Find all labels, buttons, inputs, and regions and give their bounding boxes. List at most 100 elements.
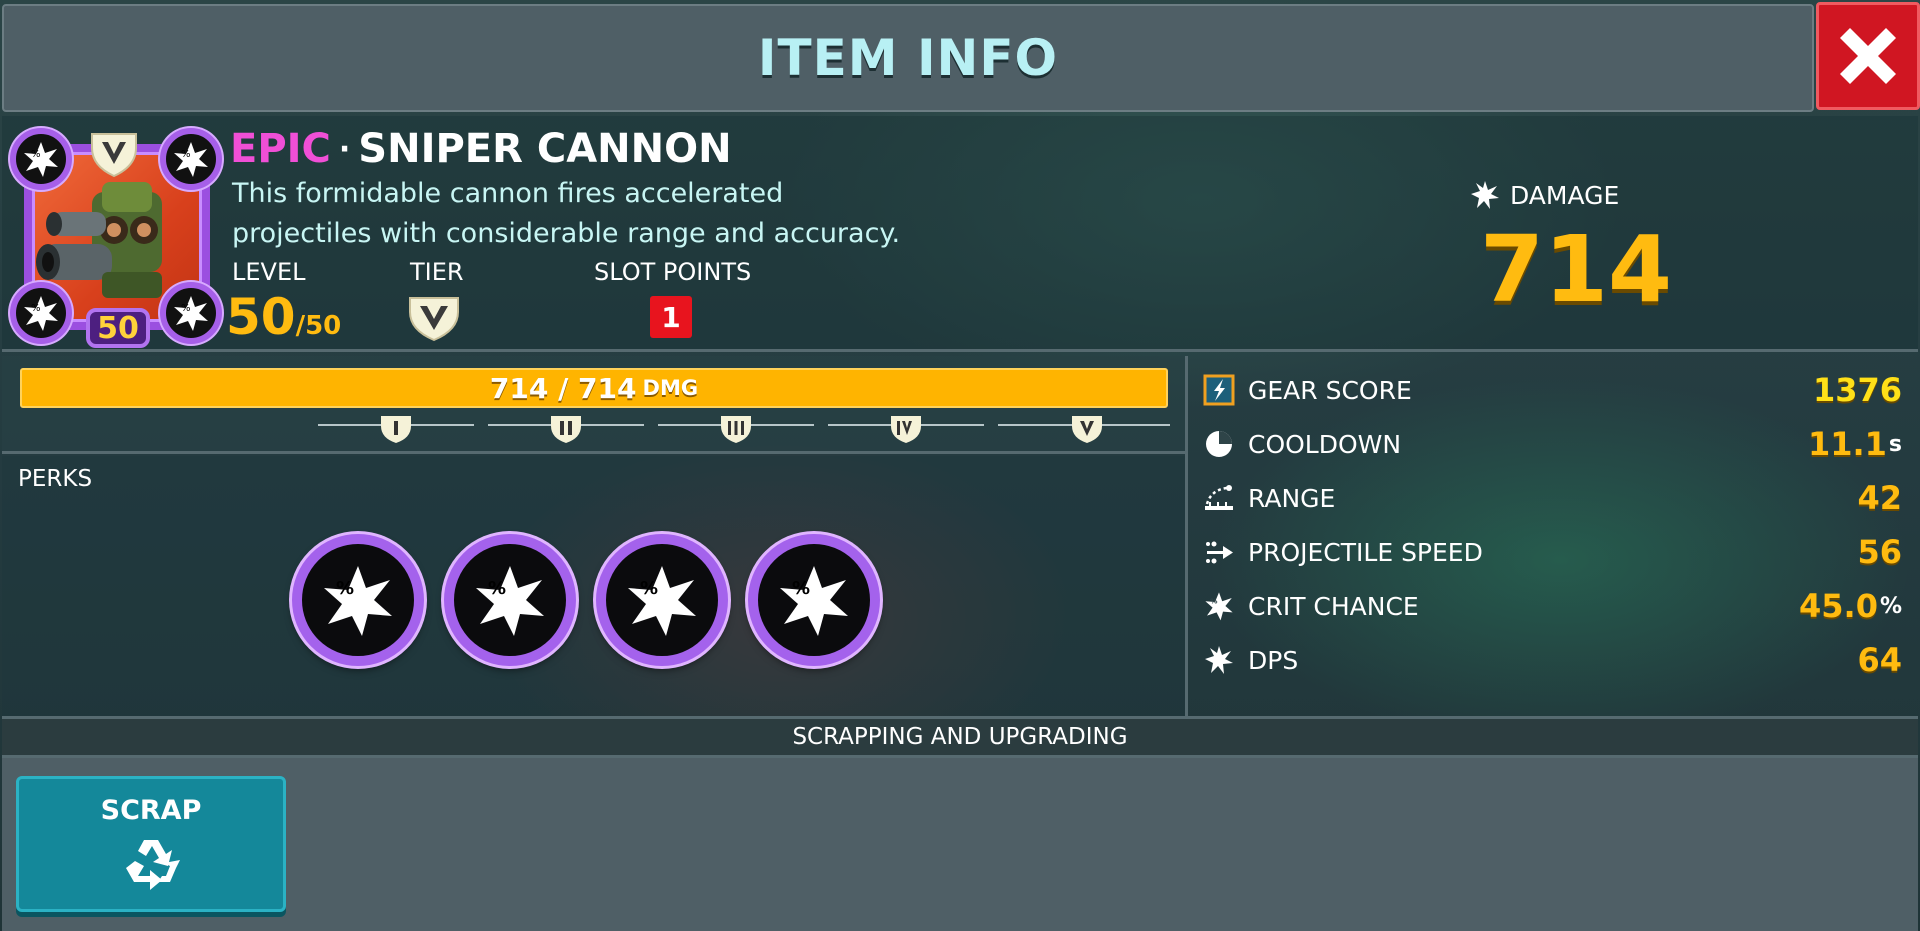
svg-text:%: % bbox=[792, 578, 810, 599]
stat-name: DPS bbox=[1248, 645, 1299, 675]
crit-perk-icon: % bbox=[628, 566, 696, 636]
slot-points-label: SLOT POINTS bbox=[594, 258, 752, 286]
description-line: projectiles with considerable range and … bbox=[232, 218, 901, 249]
crit-perk-icon: % bbox=[24, 296, 58, 331]
perks-panel: PERKS % % % % bbox=[2, 456, 1186, 716]
damage-value: 714 bbox=[1480, 216, 1673, 323]
progress-unit: DMG bbox=[642, 376, 699, 400]
svg-text:%: % bbox=[1210, 597, 1217, 606]
footer-area bbox=[2, 758, 1918, 931]
stat-row-crit-chance: % CRIT CHANCE 45.0% bbox=[1202, 584, 1902, 628]
rarity-label: EPIC bbox=[230, 126, 331, 172]
stat-value: 42 bbox=[1857, 479, 1902, 517]
tier-shield-icon bbox=[88, 130, 140, 178]
tier-i-icon bbox=[381, 416, 411, 443]
stat-value: 64 bbox=[1857, 641, 1902, 679]
progress-text: 714 / 714 bbox=[489, 371, 637, 405]
level-badge: 50 bbox=[86, 308, 150, 348]
stat-row-dps: DPS 64 bbox=[1202, 638, 1902, 682]
tier-marker-3 bbox=[658, 414, 814, 444]
item-title-row: EPIC · SNIPER CANNON bbox=[230, 124, 732, 174]
corner-perk-bottom-left: % bbox=[10, 282, 72, 344]
range-icon bbox=[1202, 481, 1236, 515]
tier-marker-5 bbox=[998, 414, 1170, 444]
gear-score-icon bbox=[1202, 373, 1236, 407]
page-title: ITEM INFO bbox=[757, 29, 1059, 87]
corner-perk-top-left: % bbox=[10, 128, 72, 190]
svg-text:%: % bbox=[31, 149, 41, 160]
stat-row-cooldown: COOLDOWN 11.1 s bbox=[1202, 422, 1902, 466]
stat-value: 11.1 bbox=[1807, 425, 1887, 463]
close-icon bbox=[1840, 28, 1896, 84]
item-portrait: % % % % 50 bbox=[10, 126, 222, 348]
cooldown-icon bbox=[1202, 427, 1236, 461]
svg-text:%: % bbox=[31, 303, 41, 314]
stat-name: PROJECTILE SPEED bbox=[1248, 537, 1483, 567]
stat-suffix: s bbox=[1888, 431, 1902, 457]
damage-progress-bar: 714 / 714 DMG bbox=[20, 368, 1168, 408]
tier-marker-1 bbox=[318, 414, 474, 444]
perk-slot-1[interactable]: % bbox=[292, 534, 424, 666]
damage-progress-panel: 714 / 714 DMG bbox=[2, 356, 1186, 454]
description-line: This formidable cannon fires accelerated bbox=[232, 178, 784, 209]
scrap-label: SCRAP bbox=[100, 795, 202, 826]
crit-chance-icon: % bbox=[1202, 589, 1236, 623]
stat-name: CRIT CHANCE bbox=[1248, 591, 1419, 621]
title-bar: ITEM INFO bbox=[2, 4, 1814, 112]
crit-perk-icon: % bbox=[476, 566, 544, 636]
svg-text:%: % bbox=[640, 578, 658, 599]
crit-perk-icon: % bbox=[174, 142, 208, 177]
dps-icon bbox=[1202, 643, 1236, 677]
tier-iv-icon bbox=[891, 416, 921, 443]
tier-label: TIER bbox=[410, 258, 464, 286]
perk-slot-4[interactable]: % bbox=[748, 534, 880, 666]
damage-label: DAMAGE bbox=[1510, 180, 1620, 210]
crit-perk-icon: % bbox=[780, 566, 848, 636]
tier-marker-4 bbox=[828, 414, 984, 444]
level-current: 50 bbox=[226, 288, 296, 346]
stat-row-projectile-speed: PROJECTILE SPEED 56 bbox=[1202, 530, 1902, 574]
tier-v-small-icon bbox=[1072, 416, 1103, 443]
svg-text:%: % bbox=[181, 149, 191, 160]
scrap-button[interactable]: SCRAP bbox=[16, 776, 286, 912]
stat-name: RANGE bbox=[1248, 483, 1336, 513]
recycle-icon bbox=[126, 840, 180, 890]
stat-row-gear-score: GEAR SCORE 1376 bbox=[1202, 368, 1902, 412]
level-label: LEVEL bbox=[232, 258, 306, 286]
crit-perk-icon: % bbox=[174, 296, 208, 331]
stat-value: 1376 bbox=[1812, 371, 1902, 409]
stats-panel: GEAR SCORE 1376 COOLDOWN 11.1 s RANGE 42 … bbox=[1188, 356, 1918, 716]
crit-perk-icon: % bbox=[324, 566, 392, 636]
stat-name: COOLDOWN bbox=[1248, 429, 1402, 459]
item-description: This formidable cannon fires accelerated… bbox=[232, 174, 912, 254]
perk-slot-2[interactable]: % bbox=[444, 534, 576, 666]
level-value: 50/50 bbox=[226, 288, 341, 346]
damage-burst-icon bbox=[1471, 181, 1499, 209]
tier-iii-icon bbox=[721, 416, 751, 443]
slot-points-value: 1 bbox=[650, 296, 692, 338]
section-header-scrapping: SCRAPPING AND UPGRADING bbox=[2, 716, 1918, 758]
tier-marker-2 bbox=[488, 414, 644, 444]
stat-value: 45.0 bbox=[1799, 587, 1878, 625]
level-max: /50 bbox=[295, 311, 342, 341]
perk-slot-3[interactable]: % bbox=[596, 534, 728, 666]
stat-row-range: RANGE 42 bbox=[1202, 476, 1902, 520]
corner-perk-bottom-right: % bbox=[160, 282, 222, 344]
crit-perk-icon: % bbox=[24, 142, 58, 177]
corner-perk-top-right: % bbox=[160, 128, 222, 190]
projectile-speed-icon bbox=[1202, 535, 1236, 569]
stat-name: GEAR SCORE bbox=[1248, 375, 1412, 405]
svg-text:%: % bbox=[181, 303, 191, 314]
section-title: SCRAPPING AND UPGRADING bbox=[792, 724, 1128, 750]
svg-text:%: % bbox=[336, 578, 354, 599]
title-separator: · bbox=[338, 131, 351, 167]
close-button[interactable] bbox=[1816, 2, 1920, 110]
perks-label: PERKS bbox=[18, 466, 93, 492]
item-name: SNIPER CANNON bbox=[358, 126, 732, 172]
tier-v-icon bbox=[406, 294, 462, 342]
svg-text:%: % bbox=[488, 578, 506, 599]
stat-suffix: % bbox=[1879, 593, 1902, 619]
tier-ii-icon bbox=[551, 416, 581, 443]
damage-label-row: DAMAGE bbox=[1470, 180, 1619, 210]
stat-value: 56 bbox=[1857, 533, 1902, 571]
